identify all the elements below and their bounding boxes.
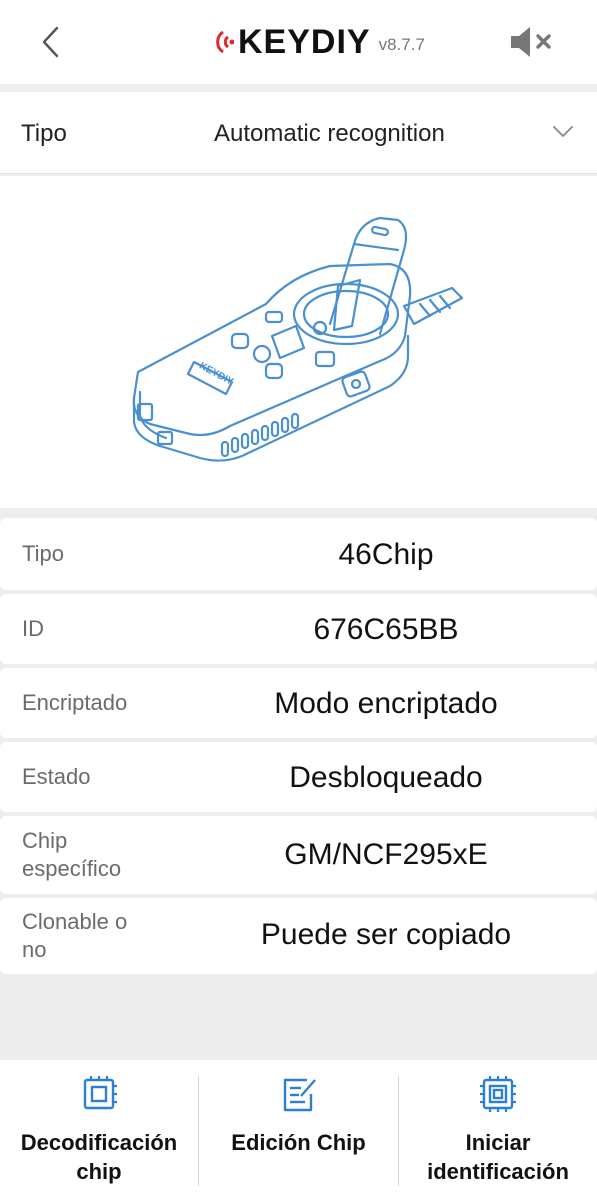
decode-chip-button[interactable]: Decodificación chip	[0, 1060, 198, 1200]
type-selector[interactable]: Tipo Automatic recognition	[0, 92, 597, 174]
info-value: Puede ser copiado	[260, 918, 512, 951]
tab-label-line: Decodificación	[20, 1130, 178, 1155]
bottom-nav: Decodificación chip Edición Chip Iniciar…	[0, 1060, 597, 1200]
device-brand-label: KEYDIY	[197, 361, 235, 388]
info-label: Encriptado	[22, 690, 128, 715]
tab-label-line: Iniciar	[465, 1130, 531, 1155]
app-version: v8.7.7	[378, 35, 425, 54]
start-identification-button[interactable]: Iniciar identificación	[399, 1060, 597, 1200]
chip-icon	[83, 1076, 117, 1110]
info-row-status: Estado Desbloqueado	[0, 742, 597, 812]
chevron-left-icon	[42, 26, 59, 58]
info-value: 46Chip	[338, 538, 434, 571]
chevron-down-icon[interactable]	[548, 116, 578, 146]
info-row-encryption: Encriptado Modo encriptado	[0, 668, 597, 738]
info-row-type: Tipo 46Chip	[0, 518, 597, 590]
tab-label-line: chip	[76, 1159, 122, 1184]
back-button[interactable]	[28, 18, 72, 66]
type-selector-value[interactable]: Automatic recognition	[214, 120, 445, 148]
type-selector-label: Tipo	[21, 120, 67, 147]
info-value: Desbloqueado	[289, 761, 483, 794]
logo-signal-icon	[216, 30, 234, 54]
info-label: Chip específico	[22, 827, 121, 883]
info-label: Estado	[22, 764, 91, 789]
edit-chip-label: Edición Chip	[231, 1130, 366, 1155]
info-label-line: no	[22, 937, 47, 962]
info-label: Clonable o no	[22, 908, 127, 964]
app-header: KEYDIY v8.7.7	[0, 0, 597, 84]
info-row-clonable: Clonable o no Puede ser copiado	[0, 898, 597, 974]
info-label: ID	[22, 616, 44, 641]
info-row-specific-chip: Chip específico GM/NCF295xE	[0, 816, 597, 894]
info-label: Tipo	[22, 541, 64, 566]
info-label-line: Clonable o	[22, 909, 128, 934]
info-label-line: Chip	[22, 828, 68, 853]
edit-chip-button[interactable]: Edición Chip	[199, 1060, 398, 1200]
info-value: GM/NCF295xE	[284, 838, 488, 871]
device-illustration: KEYDIY	[0, 176, 597, 508]
chip-scan-icon	[480, 1076, 516, 1112]
logo-text: KEYDIY	[238, 22, 371, 61]
edit-document-icon	[283, 1078, 316, 1112]
decode-chip-label: Decodificación chip	[0, 1128, 198, 1186]
info-row-id: ID 676C65BB	[0, 594, 597, 664]
mute-button[interactable]	[506, 20, 558, 64]
info-value: Modo encriptado	[274, 687, 498, 720]
speaker-muted-icon	[511, 27, 551, 57]
app-logo: KEYDIY v8.7.7	[214, 22, 425, 62]
start-identification-label: Iniciar identificación	[399, 1128, 597, 1186]
info-label-line: específico	[22, 856, 122, 881]
tab-label-line: identificación	[427, 1159, 569, 1184]
info-value: 676C65BB	[313, 613, 459, 646]
key-programmer-device-image: KEYDIY	[132, 216, 464, 462]
